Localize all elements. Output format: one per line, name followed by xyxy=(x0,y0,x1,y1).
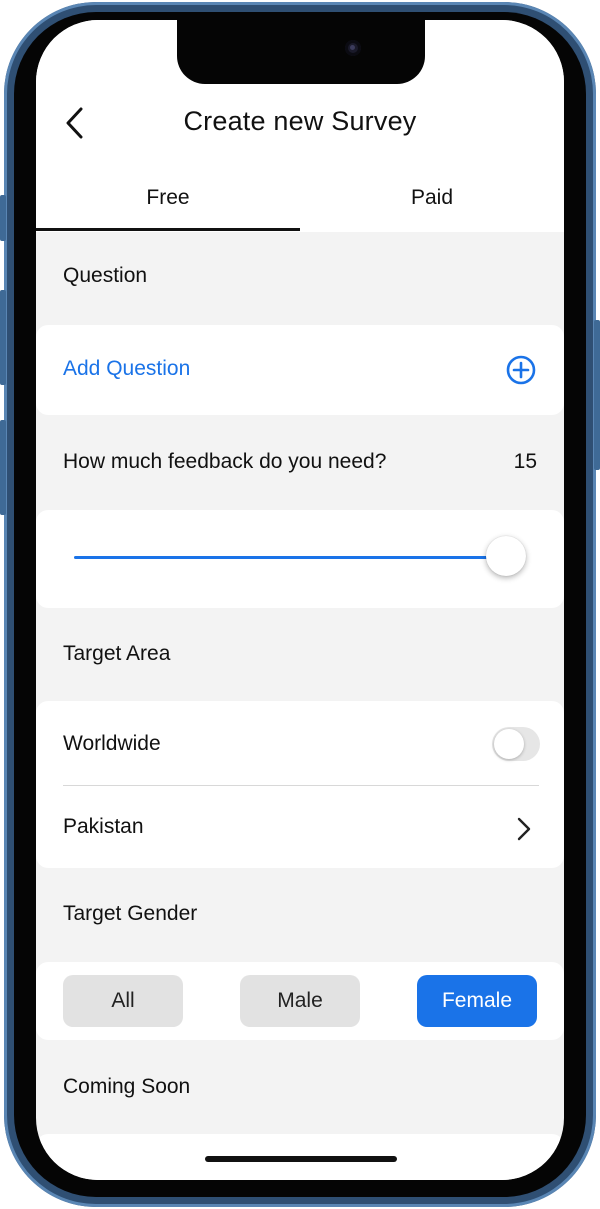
feedback-slider-track[interactable] xyxy=(74,556,504,559)
feedback-count-value: 15 xyxy=(513,450,537,473)
home-indicator[interactable] xyxy=(205,1156,397,1162)
country-selector-label[interactable]: Pakistan xyxy=(63,815,144,839)
target-area-label: Target Area xyxy=(63,642,171,665)
coming-soon-label: Coming Soon xyxy=(63,1075,191,1098)
plus-circle-icon[interactable] xyxy=(506,355,536,385)
toggle-knob xyxy=(494,729,524,759)
add-question-link[interactable]: Add Question xyxy=(63,357,190,381)
row-divider xyxy=(63,785,539,786)
tab-selected-indicator xyxy=(36,228,300,231)
power-button xyxy=(594,320,600,470)
add-question-card[interactable]: Add Question xyxy=(36,325,564,415)
notch xyxy=(177,20,425,84)
feedback-question-label: How much feedback do you need? xyxy=(63,450,387,473)
gender-all-button[interactable]: All xyxy=(63,975,183,1027)
feedback-slider-thumb[interactable] xyxy=(486,536,526,576)
front-camera-icon xyxy=(345,40,361,56)
question-section-label: Question xyxy=(63,264,148,287)
target-gender-label: Target Gender xyxy=(63,902,198,925)
worldwide-label: Worldwide xyxy=(63,732,161,755)
feedback-slider-card xyxy=(36,510,564,608)
tab-free[interactable]: Free xyxy=(36,186,300,210)
mute-switch xyxy=(0,195,6,241)
tab-paid[interactable]: Paid xyxy=(300,186,564,210)
volume-up-button xyxy=(0,290,6,385)
chevron-right-icon[interactable] xyxy=(514,815,534,843)
gender-male-button[interactable]: Male xyxy=(240,975,360,1027)
phone-screen: Create new Survey Free Paid Question Add… xyxy=(36,20,564,1180)
page-title: Create new Survey xyxy=(183,106,417,136)
gender-female-button[interactable]: Female xyxy=(417,975,537,1027)
worldwide-toggle[interactable] xyxy=(492,727,540,761)
volume-down-button xyxy=(0,420,6,515)
